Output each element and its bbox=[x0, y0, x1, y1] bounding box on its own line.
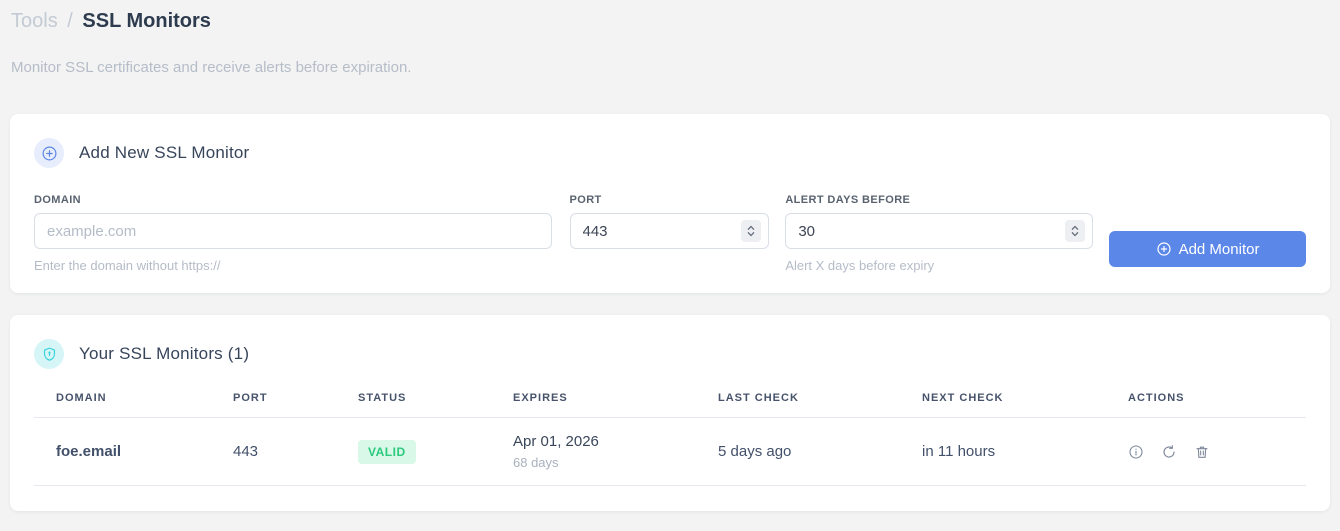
chevron-up-down-icon bbox=[1071, 225, 1079, 237]
add-monitor-card: Add New SSL Monitor DOMAIN Enter the dom… bbox=[10, 114, 1330, 293]
refresh-button[interactable] bbox=[1161, 444, 1177, 460]
alert-days-input[interactable] bbox=[785, 213, 1094, 249]
header-domain: DOMAIN bbox=[34, 392, 211, 418]
page-subtitle: Monitor SSL certificates and receive ale… bbox=[11, 59, 412, 76]
info-button[interactable] bbox=[1128, 444, 1144, 460]
trash-icon bbox=[1196, 446, 1208, 458]
alert-days-label: ALERT DAYS BEFORE bbox=[785, 194, 911, 206]
header-status: STATUS bbox=[336, 392, 491, 418]
expires-date: Apr 01, 2026 bbox=[513, 433, 599, 450]
add-monitor-button[interactable]: Add Monitor bbox=[1109, 231, 1307, 267]
add-monitor-button-label: Add Monitor bbox=[1178, 240, 1260, 258]
cell-expires: Apr 01, 2026 68 days bbox=[491, 417, 696, 486]
breadcrumb-separator: / bbox=[67, 10, 73, 32]
port-stepper[interactable] bbox=[741, 220, 762, 242]
cell-last-check: 5 days ago bbox=[696, 417, 900, 486]
info-icon bbox=[1129, 444, 1143, 459]
add-monitor-title: Add New SSL Monitor bbox=[79, 143, 250, 162]
table-row: foe.email 443 VALID Apr 01, 2026 68 days… bbox=[34, 417, 1306, 486]
domain-helper: Enter the domain without https:// bbox=[34, 258, 221, 273]
monitors-table: DOMAIN PORT STATUS EXPIRES LAST CHECK NE… bbox=[34, 392, 1306, 486]
breadcrumb-tools[interactable]: Tools bbox=[11, 10, 58, 32]
domain-input[interactable] bbox=[34, 213, 552, 249]
page-title: SSL Monitors bbox=[82, 10, 211, 32]
monitors-title: Your SSL Monitors (1) bbox=[79, 344, 250, 363]
header-next-check: NEXT CHECK bbox=[900, 392, 1106, 418]
alert-days-helper: Alert X days before expiry bbox=[785, 258, 935, 273]
cell-port: 443 bbox=[211, 417, 336, 486]
chevron-up-down-icon bbox=[748, 225, 755, 237]
port-input[interactable] bbox=[569, 213, 770, 249]
table-header-row: DOMAIN PORT STATUS EXPIRES LAST CHECK NE… bbox=[34, 392, 1306, 418]
plus-circle-icon bbox=[1156, 242, 1171, 256]
monitors-card: Your SSL Monitors (1) DOMAIN PORT STATUS… bbox=[10, 315, 1330, 511]
cell-domain: foe.email bbox=[34, 417, 211, 486]
delete-button[interactable] bbox=[1194, 444, 1210, 460]
port-label: PORT bbox=[569, 194, 602, 206]
status-badge: VALID bbox=[358, 439, 416, 464]
header-port: PORT bbox=[211, 392, 336, 418]
domain-label: DOMAIN bbox=[34, 194, 82, 206]
cell-status: VALID bbox=[336, 417, 491, 486]
alert-days-stepper[interactable] bbox=[1065, 220, 1086, 242]
refresh-icon bbox=[1163, 444, 1175, 458]
plus-circle-icon bbox=[34, 138, 64, 168]
shield-icon bbox=[34, 339, 64, 369]
header-actions: ACTIONS bbox=[1106, 392, 1306, 418]
header-expires: EXPIRES bbox=[491, 392, 696, 418]
cell-actions bbox=[1106, 417, 1306, 486]
add-monitor-form: DOMAIN Enter the domain without https://… bbox=[34, 194, 1307, 273]
expires-days-left: 68 days bbox=[513, 455, 559, 470]
page-header: Tools / SSL Monitors Monitor SSL certifi… bbox=[0, 0, 1340, 76]
breadcrumb: Tools / SSL Monitors bbox=[11, 8, 1328, 34]
cell-next-check: in 11 hours bbox=[900, 417, 1106, 486]
header-last-check: LAST CHECK bbox=[696, 392, 900, 418]
